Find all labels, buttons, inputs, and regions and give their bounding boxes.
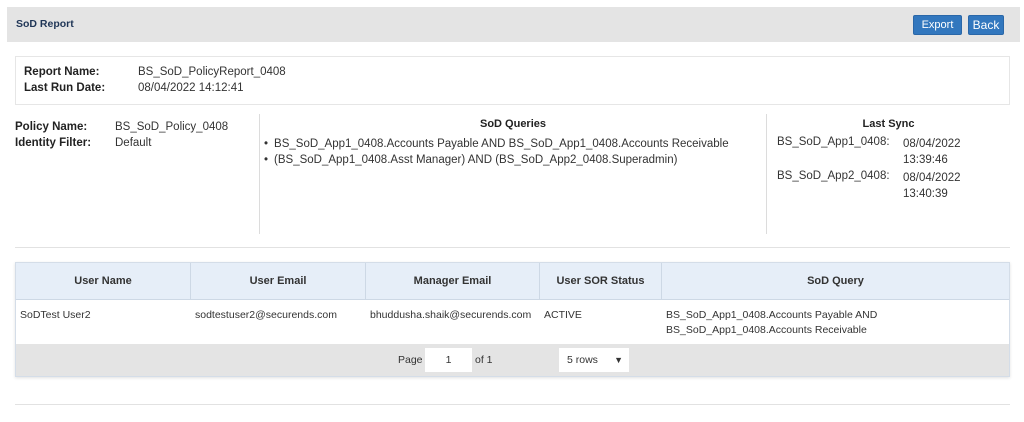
page-title: SoD Report: [16, 18, 74, 30]
column-divider: [259, 114, 260, 234]
page-total-label: of 1: [475, 354, 493, 366]
policy-name-label: Policy Name:: [15, 121, 88, 133]
column-header-manager-email[interactable]: Manager Email: [366, 263, 540, 300]
sync-app-timestamp: 08/04/2022 13:40:39: [903, 170, 973, 202]
last-run-value: 08/04/2022 14:12:41: [138, 82, 244, 94]
page-number-input[interactable]: [425, 348, 472, 372]
column-header-sod-query[interactable]: SoD Query: [662, 263, 1009, 300]
sod-query-item: BS_SoD_App1_0408.Accounts Payable AND BS…: [264, 136, 729, 152]
column-divider: [766, 114, 767, 234]
cell-user-email: sodtestuser2@securends.com: [195, 309, 337, 321]
sync-time: 13:39:46: [903, 154, 948, 166]
report-name-value: BS_SoD_PolicyReport_0408: [138, 66, 286, 78]
cell-user-name: SoDTest User2: [20, 309, 91, 321]
section-divider: [15, 247, 1010, 248]
sync-app-timestamp: 08/04/2022 13:39:46: [903, 136, 973, 168]
column-header-user-email[interactable]: User Email: [191, 263, 366, 300]
back-button[interactable]: Back: [968, 15, 1004, 35]
sod-query-item: (BS_SoD_App1_0408.Asst Manager) AND (BS_…: [264, 152, 729, 168]
column-header-sor-status[interactable]: User SOR Status: [540, 263, 662, 300]
footer-divider: [15, 404, 1010, 405]
cell-manager-email: bhuddusha.shaik@securends.com: [370, 309, 532, 321]
table-header-row: User Name User Email Manager Email User …: [16, 263, 1009, 300]
table-row: SoDTest User2 sodtestuser2@securends.com…: [16, 300, 1009, 344]
last-run-label: Last Run Date:: [24, 82, 106, 94]
results-table: User Name User Email Manager Email User …: [15, 262, 1010, 377]
sync-app-name: BS_SoD_App2_0408:: [777, 170, 890, 182]
chevron-down-icon: ▼: [614, 355, 623, 365]
sod-queries-title: SoD Queries: [479, 118, 547, 130]
page-label: Page: [398, 354, 423, 366]
identity-filter-value: Default: [115, 137, 152, 149]
column-header-user-name[interactable]: User Name: [16, 263, 191, 300]
policy-name-value: BS_SoD_Policy_0408: [115, 121, 229, 133]
pagination-bar: Page of 1 5 rows ▼: [16, 344, 1009, 376]
cell-sod-query: BS_SoD_App1_0408.Accounts Payable AND BS…: [666, 309, 878, 336]
sync-date: 08/04/2022: [903, 172, 961, 184]
rows-per-page-select[interactable]: 5 rows ▼: [559, 348, 629, 372]
rows-per-page-value: 5 rows: [567, 354, 598, 366]
report-header: SoD Report Export Back: [7, 7, 1020, 42]
policy-section: Policy Name: BS_SoD_Policy_0408 Identity…: [15, 114, 1010, 244]
report-name-label: Report Name:: [24, 66, 100, 78]
sync-time: 13:40:39: [903, 188, 948, 200]
report-info-box: Report Name: BS_SoD_PolicyReport_0408 La…: [15, 56, 1010, 105]
last-sync-title: Last Sync: [862, 118, 915, 130]
export-button[interactable]: Export: [913, 15, 962, 35]
cell-sor-status: ACTIVE: [544, 309, 582, 321]
sync-app-name: BS_SoD_App1_0408:: [777, 136, 890, 148]
identity-filter-label: Identity Filter:: [15, 137, 92, 149]
sod-queries-list: BS_SoD_App1_0408.Accounts Payable AND BS…: [264, 136, 729, 168]
sync-date: 08/04/2022: [903, 138, 961, 150]
